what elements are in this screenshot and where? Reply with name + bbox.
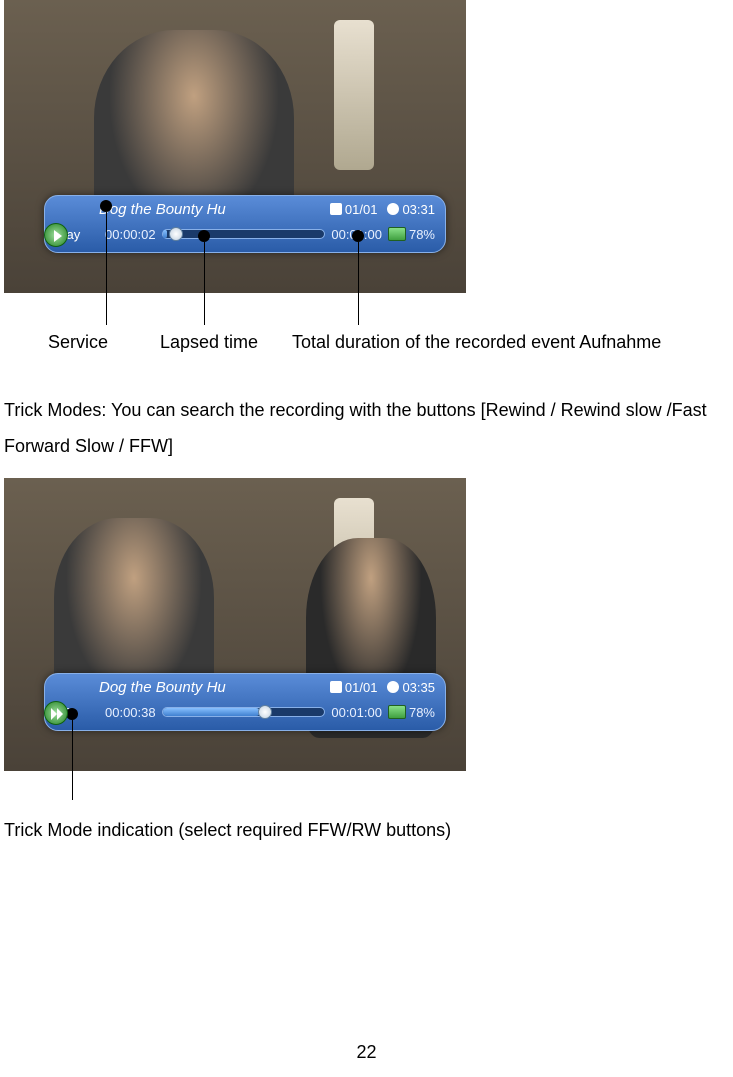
trick-mode-indication-label: Trick Mode indication (select required F… xyxy=(4,812,729,848)
recording-date: 01/01 xyxy=(330,202,378,217)
calendar-icon xyxy=(330,203,342,215)
callout-label-service: Service xyxy=(48,332,108,353)
progress-fill xyxy=(163,230,168,238)
disk-percent: 78% xyxy=(409,705,435,720)
clock-icon xyxy=(387,681,399,693)
clock-text: 03:31 xyxy=(402,202,435,217)
fast-forward-icon xyxy=(44,701,68,725)
callout-line-total xyxy=(358,242,359,325)
disk-icon xyxy=(388,705,406,719)
callout-line-service xyxy=(106,212,107,325)
progress-track[interactable] xyxy=(162,229,326,239)
progress-track[interactable] xyxy=(162,707,326,717)
disk-percent: 78% xyxy=(409,227,435,242)
clock-icon xyxy=(387,203,399,215)
pvr-trick-mode-screenshot: Dog the Bounty Hu 01/01 03:35 X8 00:00:3… xyxy=(4,478,466,771)
disk-usage: 78% xyxy=(388,705,435,720)
disk-usage: 78% xyxy=(388,227,435,242)
callout-line-lapsed xyxy=(204,242,205,325)
dreamcatcher-decor xyxy=(334,20,374,170)
page-number: 22 xyxy=(0,1042,733,1063)
callout-dot-lapsed xyxy=(198,230,210,242)
date-text: 01/01 xyxy=(345,680,378,695)
progress-knob[interactable] xyxy=(258,705,272,719)
play-icon xyxy=(44,223,68,247)
elapsed-time: 00:00:38 xyxy=(105,705,156,720)
callout-dot-service xyxy=(100,200,112,212)
clock-text: 03:35 xyxy=(402,680,435,695)
recording-date: 01/01 xyxy=(330,680,378,695)
progress-knob[interactable] xyxy=(169,227,183,241)
playback-info-bar: Dog the Bounty Hu 01/01 03:35 X8 00:00:3… xyxy=(44,673,446,731)
recording-clock: 03:31 xyxy=(387,202,435,217)
date-text: 01/01 xyxy=(345,202,378,217)
elapsed-time: 00:00:02 xyxy=(105,227,156,242)
recording-title: Dog the Bounty Hu xyxy=(99,201,320,218)
recording-title: Dog the Bounty Hu xyxy=(99,679,320,696)
callout-dot-total xyxy=(352,230,364,242)
recording-clock: 03:35 xyxy=(387,680,435,695)
callout-label-total: Total duration of the recorded event Auf… xyxy=(292,332,729,353)
callout-line-trick xyxy=(72,720,73,800)
progress-fill xyxy=(163,708,260,716)
trick-modes-paragraph: Trick Modes: You can search the recordin… xyxy=(4,392,729,464)
callout-label-lapsed: Lapsed time xyxy=(160,332,258,353)
calendar-icon xyxy=(330,681,342,693)
pvr-playback-screenshot: Dog the Bounty Hu 01/01 03:31 Play 00:00… xyxy=(4,0,466,293)
total-time: 00:01:00 xyxy=(331,705,382,720)
disk-icon xyxy=(388,227,406,241)
